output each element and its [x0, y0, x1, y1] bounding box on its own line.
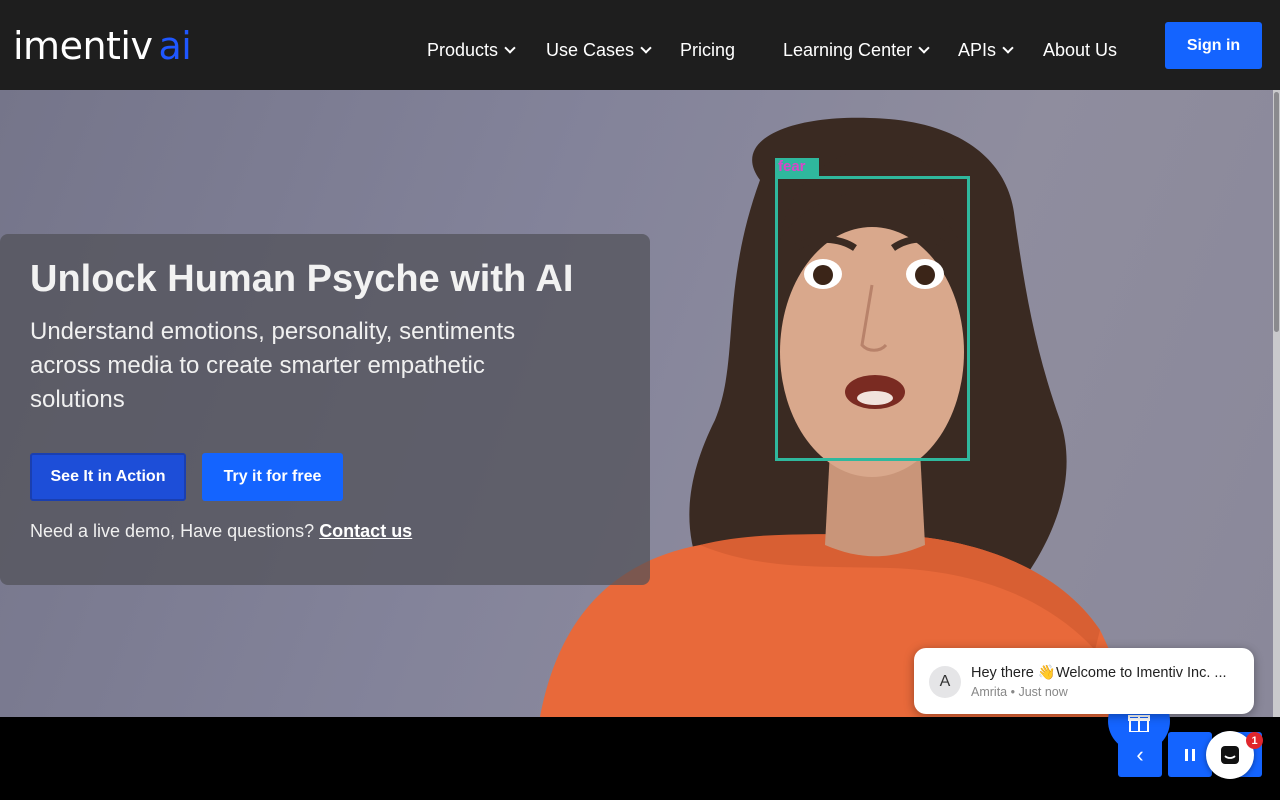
carousel-prev-button[interactable]: ‹: [1118, 732, 1162, 777]
pause-icon: [1192, 748, 1195, 761]
emotion-label-tag: fear: [775, 158, 819, 176]
logo-text: imentiv: [13, 24, 153, 68]
logo-accent: ai: [158, 24, 192, 68]
chat-meta: Amrita • Just now: [971, 685, 1068, 699]
nav-products[interactable]: Products: [427, 36, 516, 64]
nav-about-us[interactable]: About Us: [1043, 36, 1117, 64]
sign-in-button[interactable]: Sign in: [1165, 22, 1262, 69]
avatar: A: [929, 666, 961, 698]
nav-label: Products: [427, 39, 499, 60]
hero-title: Unlock Human Psyche with AI: [30, 258, 574, 300]
face-detection-box: [775, 176, 970, 461]
demo-contact-line: Need a live demo, Have questions? Contac…: [30, 521, 412, 542]
chevron-down-icon: [918, 41, 930, 54]
nav-label: Use Cases: [546, 39, 635, 60]
logo[interactable]: imentiv ai: [13, 24, 192, 68]
chevron-left-icon: ‹: [1136, 741, 1144, 767]
unread-count-badge: 1: [1246, 732, 1263, 749]
see-it-in-action-button[interactable]: See It in Action: [30, 453, 186, 501]
pause-icon: [1185, 748, 1188, 761]
nav-pricing[interactable]: Pricing: [680, 36, 735, 64]
chat-icon: [1221, 746, 1239, 764]
chat-sender: Amrita: [971, 685, 1008, 699]
nav-label: Learning Center: [783, 39, 913, 60]
try-it-for-free-button[interactable]: Try it for free: [202, 453, 343, 501]
nav-label: APIs: [958, 39, 997, 60]
hero-subtitle: Understand emotions, personality, sentim…: [30, 318, 516, 413]
chevron-down-icon: [1002, 41, 1014, 54]
scrollbar-thumb[interactable]: [1274, 92, 1279, 332]
chat-message-text: Hey there 👋Welcome to Imentiv Inc. ...: [971, 665, 1227, 681]
chat-time: Just now: [1018, 685, 1068, 699]
nav-apis[interactable]: APIs: [958, 36, 1014, 64]
nav-label: Pricing: [680, 39, 736, 60]
demo-text: Need a live demo, Have questions?: [30, 521, 315, 541]
chevron-down-icon: [504, 41, 516, 54]
nav-label: About Us: [1043, 39, 1118, 60]
chevron-down-icon: [640, 41, 652, 54]
chat-message-popup[interactable]: A Hey there 👋Welcome to Imentiv Inc. ...…: [914, 648, 1254, 714]
contact-us-link[interactable]: Contact us: [319, 521, 412, 541]
nav-learning-center[interactable]: Learning Center: [783, 36, 930, 64]
top-navbar: imentiv ai Products Use Cases Pricing Lea…: [0, 0, 1280, 90]
nav-use-cases[interactable]: Use Cases: [546, 36, 652, 64]
